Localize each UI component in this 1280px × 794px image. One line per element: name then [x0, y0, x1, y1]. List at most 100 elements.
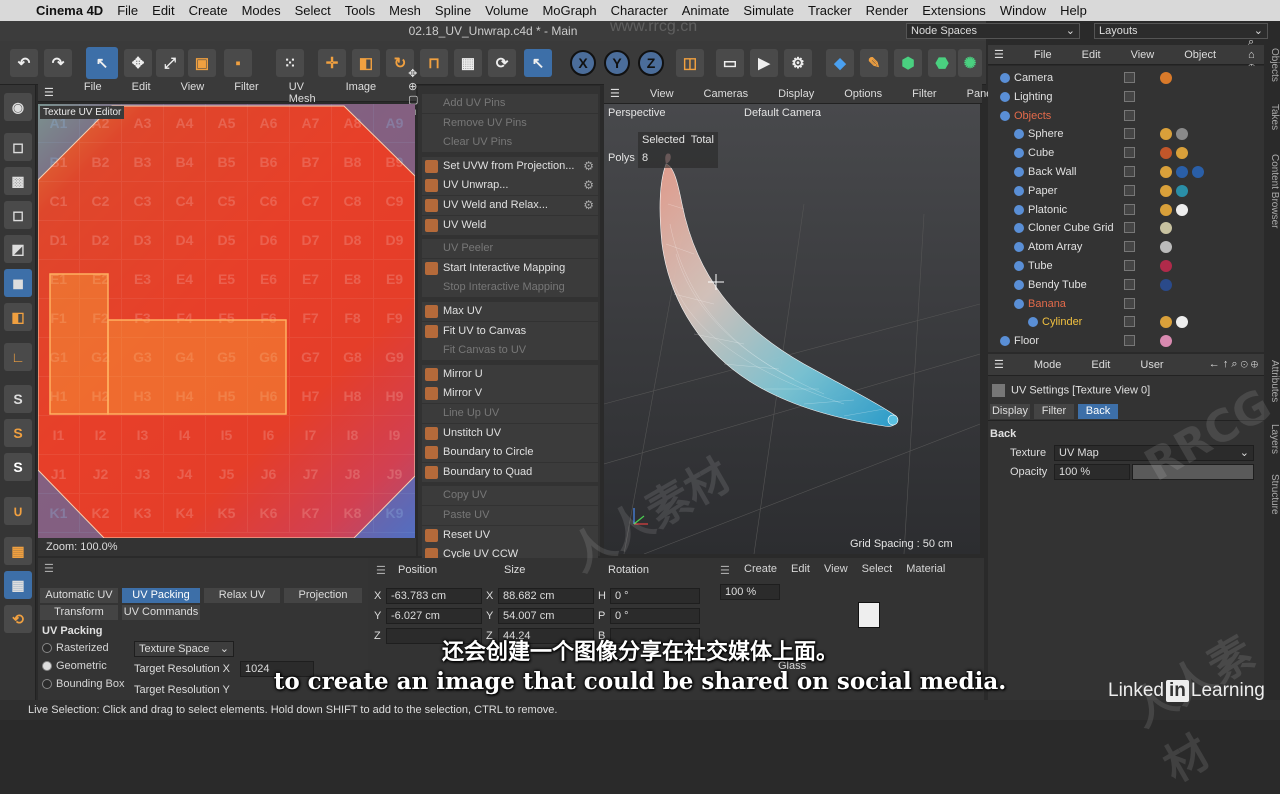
- material-tag-icon[interactable]: [1160, 147, 1172, 160]
- object-name[interactable]: Camera: [1014, 69, 1053, 87]
- visibility-toggle[interactable]: [1124, 316, 1135, 328]
- object-row-banana[interactable]: Banana: [988, 295, 1264, 313]
- render-picture-icon[interactable]: ▶: [750, 49, 778, 77]
- model-mode-icon[interactable]: ▪: [224, 49, 252, 77]
- pen-icon[interactable]: ✎: [860, 49, 888, 77]
- y-axis-lock-button[interactable]: Y: [604, 50, 630, 76]
- size-field[interactable]: 54.007 cm: [498, 608, 594, 624]
- visibility-toggle[interactable]: [1124, 297, 1135, 309]
- cube-icon[interactable]: ◆: [826, 49, 854, 77]
- object-row-bendy-tube[interactable]: Bendy Tube: [988, 276, 1264, 294]
- subdivision-icon[interactable]: ⬢: [894, 49, 922, 77]
- material-tag-icon[interactable]: [1160, 278, 1172, 291]
- position-field[interactable]: -63.783 cm: [386, 588, 482, 604]
- gear-icon[interactable]: ⚙: [583, 196, 594, 215]
- snap-magnet-icon[interactable]: ∪: [4, 497, 32, 525]
- object-row-atom-array[interactable]: Atom Array: [988, 238, 1264, 256]
- side-tab-takes[interactable]: Takes: [1265, 104, 1280, 150]
- grid-points-icon[interactable]: ⁙: [276, 49, 304, 77]
- points-icon[interactable]: ◩: [4, 235, 32, 263]
- uv-menu-filter[interactable]: Filter: [234, 81, 258, 105]
- object-row-sphere[interactable]: Sphere: [988, 125, 1264, 143]
- object-name[interactable]: Sphere: [1028, 125, 1063, 143]
- material-tag-icon[interactable]: [1176, 128, 1188, 141]
- material-tag-icon[interactable]: [1160, 184, 1172, 197]
- attr-tab-display[interactable]: Display: [990, 404, 1030, 419]
- rotation-field[interactable]: 0 °: [610, 608, 700, 624]
- om-menu-edit[interactable]: Edit: [1082, 49, 1101, 61]
- menu-tools[interactable]: Tools: [345, 3, 375, 18]
- object-name[interactable]: Floor: [1014, 332, 1039, 350]
- floor-grid-icon[interactable]: ▦: [4, 537, 32, 565]
- object-row-lighting[interactable]: Lighting: [988, 88, 1264, 106]
- move-icon[interactable]: ✥: [124, 49, 152, 77]
- object-name[interactable]: Lighting: [1014, 88, 1053, 106]
- uv-menu-image[interactable]: Image: [346, 81, 377, 105]
- object-name[interactable]: Objects: [1014, 107, 1051, 125]
- material-tag-icon[interactable]: [1160, 222, 1172, 235]
- material-tag-icon[interactable]: [1160, 128, 1172, 141]
- scale-icon[interactable]: ⤢: [156, 49, 184, 77]
- side-tab-objects[interactable]: Objects: [1265, 48, 1280, 100]
- redo-icon[interactable]: ↷: [44, 49, 72, 77]
- gear-icon[interactable]: ⚙: [583, 176, 594, 195]
- material-tag-icon[interactable]: [1160, 260, 1172, 272]
- object-name[interactable]: Cube: [1028, 144, 1054, 162]
- menu-create[interactable]: Create: [189, 3, 228, 18]
- uv-cmd-mirror-u[interactable]: Mirror U: [422, 364, 598, 384]
- visibility-toggle[interactable]: [1124, 128, 1135, 140]
- model-icon[interactable]: ◻: [4, 133, 32, 161]
- menu-render[interactable]: Render: [866, 3, 909, 18]
- material-tag-icon[interactable]: [1160, 72, 1172, 84]
- material-tag-icon[interactable]: [1176, 184, 1188, 197]
- object-name[interactable]: Atom Array: [1028, 238, 1082, 256]
- deformer-icon[interactable]: ✺: [958, 49, 982, 77]
- uv-cmd-max-uv[interactable]: Max UV: [422, 302, 598, 321]
- material-tag-icon[interactable]: [1192, 166, 1204, 178]
- side-tab-layers[interactable]: Layers: [1265, 424, 1280, 470]
- material-tag-icon[interactable]: [1176, 147, 1188, 160]
- live-selection-icon[interactable]: ↖: [86, 47, 118, 79]
- x-axis-lock-button[interactable]: X: [570, 50, 596, 76]
- planar-workplane-icon[interactable]: ⟲: [4, 605, 32, 633]
- viewport-menu-cameras[interactable]: Cameras: [704, 88, 749, 100]
- menu-mograph[interactable]: MoGraph: [542, 3, 596, 18]
- solo-off-icon[interactable]: S: [4, 453, 32, 481]
- polygons-icon[interactable]: ◼: [4, 269, 32, 297]
- visibility-toggle[interactable]: [1124, 109, 1135, 121]
- node-spaces-dropdown[interactable]: Node Spaces ⌄: [906, 23, 1080, 39]
- magnet-icon[interactable]: ⊓: [420, 49, 448, 77]
- object-name[interactable]: Back Wall: [1028, 163, 1077, 181]
- app-name[interactable]: Cinema 4D: [36, 3, 103, 18]
- menu-edit[interactable]: Edit: [152, 3, 174, 18]
- solo-icon[interactable]: S: [4, 385, 32, 413]
- uv-menu-edit[interactable]: Edit: [132, 81, 151, 105]
- visibility-toggle[interactable]: [1124, 278, 1135, 290]
- axis-move-icon[interactable]: ✛: [318, 49, 346, 77]
- object-name[interactable]: Cloner Cube Grid: [1028, 219, 1114, 237]
- texture-icon[interactable]: ▩: [4, 167, 32, 195]
- layouts-dropdown[interactable]: Layouts ⌄: [1094, 23, 1268, 39]
- visibility-toggle[interactable]: [1124, 166, 1135, 177]
- visibility-toggle[interactable]: [1124, 222, 1135, 234]
- material-swatch[interactable]: [858, 602, 880, 628]
- material-tag-icon[interactable]: [1160, 241, 1172, 254]
- material-tag-icon[interactable]: [1160, 335, 1172, 348]
- menu-simulate[interactable]: Simulate: [743, 3, 794, 18]
- material-tag-icon[interactable]: [1176, 166, 1188, 178]
- material-tag-icon[interactable]: [1160, 203, 1172, 216]
- generator-icon[interactable]: ⬣: [928, 49, 956, 77]
- menu-help[interactable]: Help: [1060, 3, 1087, 18]
- object-row-cube[interactable]: Cube: [988, 144, 1264, 162]
- menu-extensions[interactable]: Extensions: [922, 3, 986, 18]
- viewport-camera[interactable]: Default Camera: [744, 107, 821, 119]
- material-tag-icon[interactable]: [1176, 316, 1188, 329]
- menu-select[interactable]: Select: [295, 3, 331, 18]
- object-row-objects[interactable]: Objects: [988, 107, 1264, 125]
- uv-tools-tab-automatic-uv[interactable]: Automatic UV: [40, 588, 118, 603]
- uv-cmd-mirror-v[interactable]: Mirror V: [422, 384, 598, 404]
- visibility-toggle[interactable]: [1124, 184, 1135, 196]
- mm-menu-edit[interactable]: Edit: [791, 563, 810, 575]
- uv-canvas[interactable]: A1A2A3A4A5A6A7A8A9B1B2B3B4B5B6B7B8B9C1C2…: [38, 104, 415, 538]
- menu-file[interactable]: File: [117, 3, 138, 18]
